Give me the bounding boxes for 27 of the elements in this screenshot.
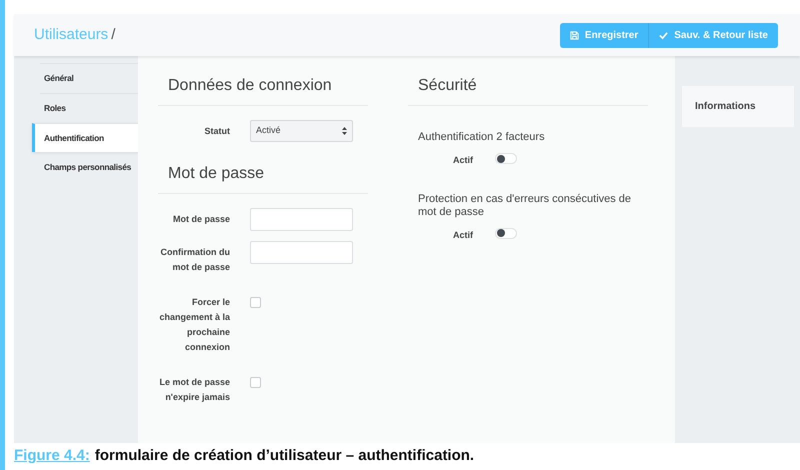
checkbox[interactable]	[250, 377, 261, 388]
field-label: Statut	[204, 125, 230, 138]
check-icon	[659, 30, 668, 40]
section-title: Données de connexion	[167, 76, 333, 96]
figure-caption: formulaire de création d’utilisateur – authentification.	[94, 446, 474, 466]
toggle-label: Actif	[453, 228, 473, 242]
option-title: Authentification 2 facteurs	[418, 131, 546, 144]
sort-arrows-icon	[342, 127, 347, 136]
text-field[interactable]	[250, 208, 353, 232]
field-label: Mot de passe	[172, 213, 230, 226]
field-label: Confirmation du mot de passe	[160, 246, 230, 274]
section-title: Mot de passe	[167, 164, 266, 184]
option-title: Protection en cas d'erreurs consécutives de mot de passe	[418, 192, 632, 219]
field-label: Le mot de passe n'expire jamais	[158, 376, 230, 404]
select-value: Activé	[256, 124, 281, 138]
information-panel: Informations	[682, 86, 794, 127]
sidebar-item[interactable]: Authentification	[32, 122, 138, 152]
checkbox[interactable]	[250, 297, 261, 308]
section-title: Sécurité	[417, 76, 478, 96]
breadcrumb-separator: /	[111, 26, 116, 43]
field-label: Forcer le changement à la prochaine connexion	[158, 296, 230, 354]
status-select[interactable]: Activé	[250, 120, 353, 142]
toggle-switch[interactable]	[495, 228, 517, 239]
toggle-switch[interactable]	[495, 153, 517, 164]
save-icon	[570, 30, 579, 40]
text-field[interactable]	[250, 241, 353, 264]
toggle-label: Actif	[453, 154, 473, 168]
